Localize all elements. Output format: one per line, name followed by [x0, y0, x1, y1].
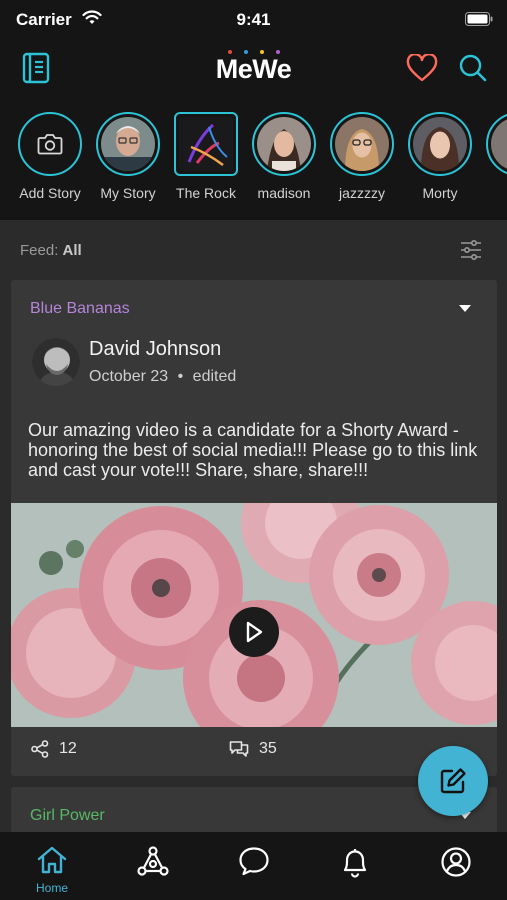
story-ring: [252, 112, 316, 176]
story-label: The Rock: [176, 185, 236, 201]
avatar: [101, 117, 155, 171]
bell-icon: [343, 849, 367, 878]
tab-label: Home: [35, 881, 68, 895]
tab-network[interactable]: [123, 846, 183, 881]
status-time: 9:41: [236, 10, 271, 29]
status-bar: Carrier 9:41: [0, 0, 507, 40]
heart-icon[interactable]: [404, 50, 440, 86]
comment-count: 35: [259, 740, 277, 757]
tab-home[interactable]: Home: [22, 846, 82, 895]
story-jazzzzy[interactable]: jazzzzy: [323, 112, 401, 201]
stories-row: Add Story My Story The Rock madison jazz…: [0, 96, 507, 220]
app-header: MeWe: [0, 40, 507, 96]
feed-list: Blue Bananas David Johnson October 23 • …: [0, 280, 507, 832]
tab-bar: Home: [0, 832, 507, 900]
share-action[interactable]: 12: [31, 740, 77, 758]
profile-icon: [441, 847, 471, 877]
story-madison[interactable]: madison: [245, 112, 323, 201]
story-ring: [486, 112, 507, 176]
story-ring: [330, 112, 394, 176]
tab-notifications[interactable]: [325, 846, 385, 883]
author-avatar[interactable]: [32, 338, 80, 386]
story-label: Morty: [422, 185, 458, 201]
story-the-rock[interactable]: The Rock: [167, 112, 245, 201]
story-morty[interactable]: Morty: [401, 112, 479, 201]
feed-label-text: Feed:: [20, 242, 59, 259]
story-ring: [96, 112, 160, 176]
network-icon: [137, 846, 169, 876]
story-label: My Story: [100, 185, 156, 201]
story-thumbnail: [179, 117, 233, 171]
feed-label: Feed: All: [20, 242, 82, 259]
story-add[interactable]: Add Story: [11, 112, 89, 201]
play-icon: [246, 621, 263, 643]
post-meta: October 23 • edited: [89, 368, 236, 386]
comment-action[interactable]: 35: [229, 740, 277, 758]
story-ring: [174, 112, 238, 176]
avatar: [335, 117, 389, 171]
story-label: madison: [257, 185, 311, 201]
chevron-down-icon[interactable]: [459, 305, 471, 312]
story-my-story[interactable]: My Story: [89, 112, 167, 201]
post-group-name[interactable]: Blue Bananas: [30, 300, 130, 318]
post-date: October 23: [89, 368, 169, 385]
search-icon[interactable]: [455, 50, 491, 86]
story-partial[interactable]: [479, 112, 507, 176]
post-group-name[interactable]: Girl Power: [30, 807, 105, 825]
compose-icon: [440, 768, 466, 794]
camera-icon: [23, 117, 77, 171]
post-video[interactable]: [11, 503, 497, 727]
post-edited: edited: [192, 368, 237, 385]
feed-value[interactable]: All: [63, 242, 82, 259]
post-card: Blue Bananas David Johnson October 23 • …: [11, 280, 497, 776]
avatar: [491, 117, 507, 171]
chat-icon: [239, 847, 269, 876]
avatar: [257, 117, 311, 171]
share-icon: [31, 740, 49, 758]
story-ring: [408, 112, 472, 176]
story-label: Add Story: [19, 185, 81, 201]
story-ring: [18, 112, 82, 176]
comment-icon: [229, 741, 249, 757]
tab-profile[interactable]: [426, 846, 486, 883]
filter-icon[interactable]: [459, 238, 483, 262]
post-text: Our amazing video is a candidate for a S…: [28, 420, 478, 480]
play-button[interactable]: [229, 607, 279, 657]
compose-button[interactable]: [418, 746, 488, 816]
story-label: jazzzzy: [339, 185, 385, 201]
feed-filter-bar: Feed: All: [0, 220, 507, 280]
share-count: 12: [59, 740, 77, 757]
home-icon: [37, 846, 67, 874]
meta-separator: •: [177, 368, 184, 385]
battery-icon: [465, 12, 493, 31]
post-author[interactable]: David Johnson: [89, 338, 221, 361]
tab-chat[interactable]: [224, 846, 284, 881]
avatar: [413, 117, 467, 171]
